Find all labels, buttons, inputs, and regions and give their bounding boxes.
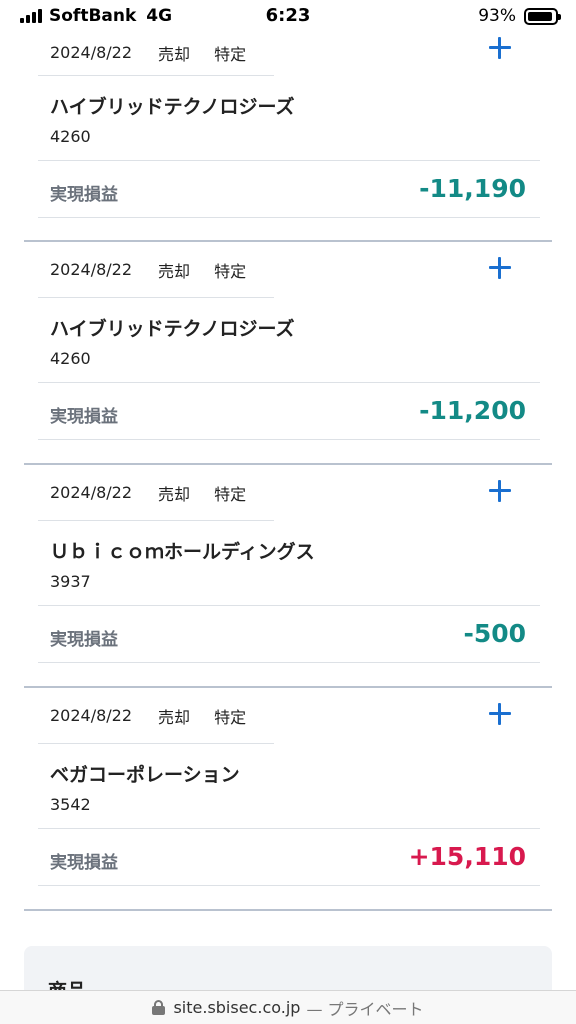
expand-plus-icon[interactable]: [486, 477, 514, 505]
realized-pl-value: -11,200: [419, 396, 526, 425]
url-domain: site.sbisec.co.jp: [173, 998, 301, 1017]
stock-code: 4260: [50, 349, 91, 368]
realized-pl-label: 実現損益: [50, 853, 118, 873]
account-type: 特定: [214, 261, 247, 281]
url-bar[interactable]: site.sbisec.co.jp — プライベート: [0, 990, 576, 1024]
expand-plus-icon[interactable]: [486, 34, 514, 62]
realized-pl-value: -500: [463, 619, 526, 648]
realized-pl-value: -11,190: [419, 174, 526, 203]
account-type: 特定: [214, 707, 247, 727]
trade-card: 2024/8/22 売却 特定 Ｕｂｉｃｏｍホールディングス 3937 実現損益…: [24, 465, 552, 688]
stock-code: 3937: [50, 572, 91, 591]
trade-header: 2024/8/22 売却 特定: [38, 242, 274, 298]
battery-icon: [524, 7, 561, 25]
account-type: 特定: [214, 44, 247, 64]
realized-pl-row: 実現損益 -11,190: [38, 160, 540, 218]
stock-name: ハイブリッドテクノロジーズ: [50, 318, 295, 340]
realized-pl-row: 実現損益 -500: [38, 605, 540, 663]
status-bar: SoftBank 4G 6:23 93%: [0, 0, 576, 34]
trade-type: 売却: [158, 707, 191, 727]
status-right: 93%: [478, 6, 561, 26]
trade-card: 2024/8/22 売却 特定 ハイブリッドテクノロジーズ 4260 実現損益 …: [24, 30, 552, 242]
trade-header: 2024/8/22 売却 特定: [38, 688, 274, 744]
stock-name: Ｕｂｉｃｏｍホールディングス: [50, 541, 315, 563]
trade-card: 2024/8/22 売却 特定 ベガコーポレーション 3542 実現損益 +15…: [24, 688, 552, 911]
realized-pl-value: +15,110: [408, 842, 526, 871]
trade-type: 売却: [158, 44, 191, 64]
trade-card: 2024/8/22 売却 特定 ハイブリッドテクノロジーズ 4260 実現損益 …: [24, 242, 552, 465]
expand-plus-icon[interactable]: [486, 700, 514, 728]
realized-pl-label: 実現損益: [50, 630, 118, 650]
trade-list: 2024/8/22 売却 特定 ハイブリッドテクノロジーズ 4260 実現損益 …: [24, 30, 552, 911]
battery-percent: 93%: [478, 6, 516, 26]
stock-name: ベガコーポレーション: [50, 764, 240, 786]
stock-code: 3542: [50, 795, 91, 814]
stock-name: ハイブリッドテクノロジーズ: [50, 96, 295, 118]
trade-date: 2024/8/22: [50, 483, 133, 502]
trade-date: 2024/8/22: [50, 43, 133, 62]
expand-plus-icon[interactable]: [486, 254, 514, 282]
trade-header: 2024/8/22 売却 特定: [38, 465, 274, 521]
trade-header: 2024/8/22 売却 特定: [38, 30, 274, 76]
trade-type: 売却: [158, 261, 191, 281]
trade-type: 売却: [158, 484, 191, 504]
trade-date: 2024/8/22: [50, 706, 133, 725]
realized-pl-row: 実現損益 -11,200: [38, 382, 540, 440]
realized-pl-row: 実現損益 +15,110: [38, 828, 540, 886]
realized-pl-label: 実現損益: [50, 185, 118, 205]
stock-code: 4260: [50, 127, 91, 146]
realized-pl-label: 実現損益: [50, 407, 118, 427]
private-browsing-label: — プライベート: [306, 999, 424, 1019]
trade-date: 2024/8/22: [50, 260, 133, 279]
account-type: 特定: [214, 484, 247, 504]
lock-icon: [152, 1000, 166, 1015]
